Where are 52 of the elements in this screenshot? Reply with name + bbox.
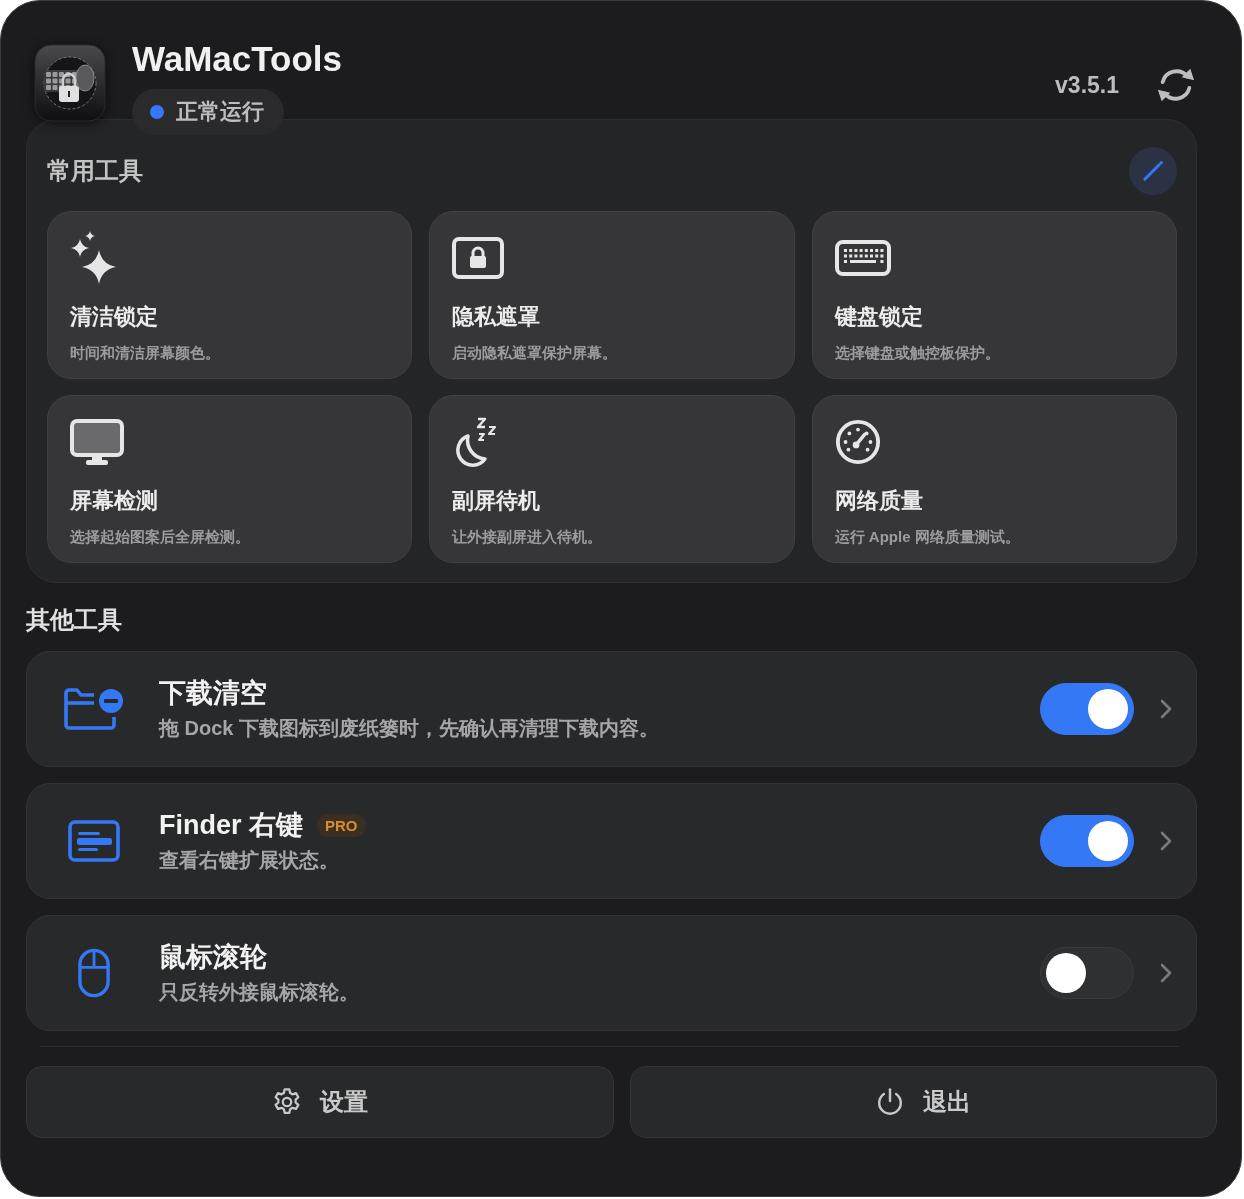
tool-title: 隐私遮罩: [452, 303, 541, 331]
tool-title: 下载清空: [159, 677, 267, 710]
folder-minus-icon: [64, 687, 124, 731]
lock-screen-icon: [452, 237, 505, 279]
tool-description: 让外接副屏进入待机。: [452, 527, 603, 547]
tool-title: 网络质量: [834, 487, 923, 515]
quit-button[interactable]: 退出: [629, 1066, 1217, 1138]
settings-button[interactable]: 设置: [26, 1066, 614, 1138]
tool-description: 选择起始图案后全屏检测。: [70, 527, 250, 547]
tool-card[interactable]: 清洁锁定 时间和清洁屏幕颜色。: [47, 211, 413, 379]
mouse-icon: [78, 948, 110, 998]
chevron-right-icon: [1160, 963, 1172, 983]
tool-card[interactable]: 副屏待机 让外接副屏进入待机。: [429, 395, 795, 563]
tool-card[interactable]: 隐私遮罩 启动隐私遮罩保护屏幕。: [429, 211, 795, 379]
chevron-right-icon: [1160, 699, 1172, 719]
version-label: v3.5.1: [1055, 71, 1119, 99]
context-menu-icon: [68, 820, 120, 862]
app-title: WaMacTools: [132, 39, 343, 79]
chevron-right-icon: [1160, 831, 1172, 851]
tool-description: 时间和清洁屏幕颜色。: [70, 343, 220, 363]
gauge-icon: [834, 419, 881, 465]
tool-row[interactable]: Finder 右键 PRO 查看右键扩展状态。: [26, 783, 1197, 899]
tool-description: 查看右键扩展状态。: [159, 848, 340, 873]
section-title: 常用工具: [47, 156, 143, 186]
status-label: 正常运行: [176, 98, 264, 126]
tool-row[interactable]: 下载清空 拖 Dock 下载图标到废纸篓时，先确认再清理下载内容。: [26, 651, 1197, 767]
toggle-switch[interactable]: [1040, 815, 1134, 867]
tool-title: Finder 右键: [159, 809, 303, 842]
pencil-icon: [1142, 160, 1164, 182]
keyboard-icon: [834, 240, 891, 276]
tool-title: 鼠标滚轮: [159, 941, 267, 974]
tool-card[interactable]: 屏幕检测 选择起始图案后全屏检测。: [47, 395, 413, 563]
pro-badge: PRO: [317, 813, 366, 837]
tool-description: 拖 Dock 下载图标到废纸篓时，先确认再清理下载内容。: [159, 716, 661, 741]
tool-title: 清洁锁定: [70, 303, 158, 331]
tool-card[interactable]: 键盘锁定 选择键盘或触控板保护。: [811, 211, 1177, 379]
toggle-switch[interactable]: [1040, 683, 1134, 735]
tool-card[interactable]: 网络质量 运行 Apple 网络质量测试。: [811, 395, 1177, 563]
section-title: 其他工具: [26, 605, 123, 635]
tool-description: 只反转外接鼠标滚轮。: [159, 980, 360, 1005]
tool-title: 键盘锁定: [834, 303, 923, 331]
status-dot-icon: [150, 105, 164, 119]
tool-title: 屏幕检测: [70, 487, 158, 515]
tool-row[interactable]: 鼠标滚轮 只反转外接鼠标滚轮。: [26, 915, 1197, 1031]
sparkles-icon: [70, 231, 116, 285]
tool-description: 运行 Apple 网络质量测试。: [834, 527, 1020, 547]
edit-button[interactable]: [1129, 147, 1177, 195]
tool-title: 副屏待机: [452, 487, 541, 515]
toggle-switch[interactable]: [1040, 947, 1134, 999]
tool-description: 启动隐私遮罩保护屏幕。: [452, 343, 618, 363]
monitor-icon: [70, 419, 124, 465]
tool-description: 选择键盘或触控板保护。: [834, 343, 1000, 363]
